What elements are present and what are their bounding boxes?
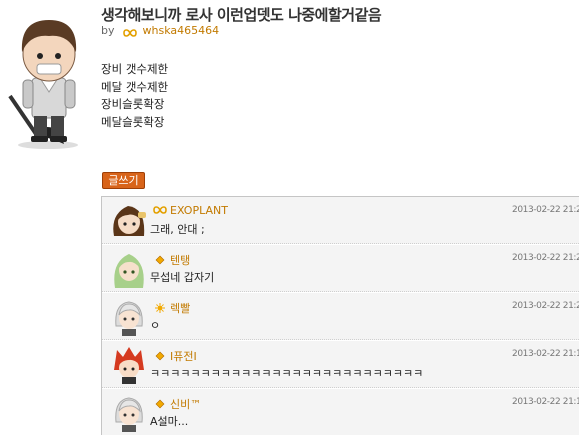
commenter-name-text: I퓨전I [170, 350, 197, 363]
diamond-rank-icon [153, 399, 167, 409]
post-body-line: 장비슬롯확장 [101, 97, 165, 111]
commenter-name-text: 렉빨 [170, 302, 191, 315]
comment-item: 신비™ 2013-02-22 21:19 [1] A설마... [102, 389, 579, 435]
by-label: by [101, 24, 115, 37]
diamond-rank-icon [153, 255, 167, 265]
sun-rank-icon [153, 303, 167, 313]
commenter-avatar [108, 248, 150, 288]
comment-text: ㅇ [150, 319, 161, 332]
post-body-line: 메달슬롯확장 [101, 114, 165, 129]
post-body-line: 메달 갯수제한 [101, 79, 169, 94]
comment-item: EXOPLANT 2013-02-22 21:23 [5] 그래, 안대 ; [102, 197, 579, 244]
comment-timestamp: 2013-02-22 21:23 [5] [512, 205, 579, 215]
commenter-name-text: 신비™ [170, 398, 202, 411]
comment-item: I퓨전I 2013-02-22 21:19 [2] ㅋㅋㅋㅋㅋㅋㅋㅋㅋㅋㅋㅋㅋㅋ… [102, 341, 579, 388]
comment-timestamp: 2013-02-22 21:19 [1] [512, 397, 579, 407]
comment-list: EXOPLANT 2013-02-22 21:23 [5] 그래, 안대 ; 텐… [101, 196, 579, 435]
comment-timestamp: 2013-02-22 21:19 [2] [512, 349, 579, 359]
comment-text: 그래, 안대 ; [150, 223, 205, 236]
comment-text: 무섭네 갑자기 [150, 271, 215, 284]
commenter-name[interactable]: 텐탱 [153, 252, 190, 268]
author-avatar [6, 8, 92, 150]
write-button[interactable]: 글쓰기 [102, 172, 145, 189]
comment-timestamp: 2013-02-22 21:21 [4] [512, 253, 579, 263]
comment-timestamp: 2013-02-22 21:20 [3] [512, 301, 579, 311]
infinity-rank-icon [123, 27, 137, 37]
byline: by whska465464 [101, 24, 219, 37]
post-body-line: 장비 갯수제한 [101, 62, 169, 76]
comment-item: 렉빨 2013-02-22 21:20 [3] ㅇ [102, 293, 579, 340]
commenter-avatar [108, 200, 150, 240]
author-link[interactable]: whska465464 [143, 24, 220, 37]
commenter-avatar [108, 296, 150, 336]
post-body: 장비 갯수제한 메달 갯수제한 장비슬롯확장 메달슬롯확장 [101, 61, 168, 131]
commenter-name[interactable]: 신비™ [153, 396, 201, 412]
comment-text: A설마... [150, 415, 189, 428]
commenter-avatar [108, 344, 150, 384]
comment-text: ㅋㅋㅋㅋㅋㅋㅋㅋㅋㅋㅋㅋㅋㅋㅋㅋㅋㅋㅋㅋㅋㅋㅋㅋㅋㅋㅋ [150, 367, 424, 380]
commenter-name[interactable]: I퓨전I [153, 348, 197, 364]
commenter-name[interactable]: 렉빨 [153, 300, 190, 316]
commenter-name-text: EXOPLANT [170, 204, 228, 217]
comment-item: 텐탱 2013-02-22 21:21 [4] 무섭네 갑자기 [102, 245, 579, 292]
post-title: 생각해보니까 로사 이런업뎃도 나중에할거같음 [101, 6, 382, 24]
infinity-rank-icon [153, 205, 167, 215]
commenter-avatar [108, 392, 150, 432]
commenter-name-text: 텐탱 [170, 254, 191, 267]
diamond-rank-icon [153, 351, 167, 361]
commenter-name[interactable]: EXOPLANT [153, 204, 228, 217]
